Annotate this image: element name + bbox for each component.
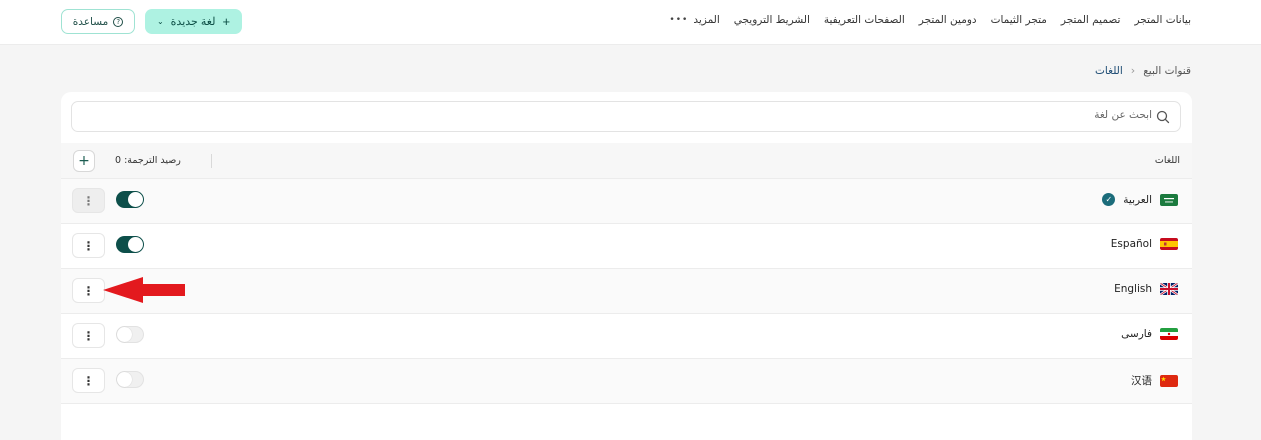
more-label: المزيد (693, 14, 720, 26)
add-credit-button[interactable]: + (73, 150, 95, 172)
language-cell: English (1114, 283, 1178, 295)
sa-flag-icon (1160, 193, 1178, 206)
cn-flag-icon (1160, 374, 1178, 387)
language-cell: فارسی (1121, 328, 1178, 340)
language-cell: العربية ✓ (1102, 193, 1178, 206)
nav-store-domain[interactable]: دومين المتجر (919, 14, 977, 26)
kebab-icon: ⋮ (82, 283, 95, 298)
language-name: Español (1110, 238, 1152, 250)
table-row: العربية ✓ ⋮ (61, 179, 1192, 224)
language-name: فارسی (1121, 328, 1152, 340)
nav-store-design[interactable]: تصميم المتجر (1061, 14, 1121, 26)
plus-icon: + (222, 14, 231, 29)
table-row: Español ⋮ (61, 224, 1192, 269)
languages-card: اللغات رصيد الترجمة: 0 + العربية ✓ ⋮ (61, 92, 1192, 440)
language-cell: Español (1111, 238, 1178, 250)
row-menu-button[interactable]: ⋮ (72, 278, 105, 303)
nav-landing-pages[interactable]: الصفحات التعريفية (824, 14, 905, 26)
header-divider (211, 154, 212, 168)
language-cell: 汉语 (1131, 373, 1178, 388)
search-input[interactable] (152, 109, 1152, 121)
table-row: English ⋮ (61, 269, 1192, 314)
search-icon (1156, 110, 1170, 124)
breadcrumb-current: اللغات (1095, 64, 1123, 77)
row-menu-button[interactable]: ⋮ (72, 323, 105, 348)
breadcrumb: قنوات البيع › اللغات (1095, 64, 1191, 77)
translation-credit: رصيد الترجمة: 0 (115, 155, 181, 166)
red-arrow-icon (103, 277, 185, 303)
new-language-label: لغة جديدة (170, 16, 216, 28)
table-row: فارسی ⋮ (61, 314, 1192, 359)
row-menu-button[interactable]: ⋮ (72, 188, 105, 213)
kebab-icon: ⋮ (82, 238, 95, 253)
languages-column-header: اللغات (1154, 155, 1180, 166)
nav-more[interactable]: المزيد ••• (669, 14, 719, 26)
gb-flag-icon (1160, 283, 1178, 295)
help-icon: ? (113, 16, 124, 27)
plus-icon: + (78, 153, 90, 169)
language-name: English (1114, 283, 1152, 295)
new-language-button[interactable]: ⌄ لغة جديدة + (145, 9, 242, 34)
es-flag-icon (1160, 238, 1178, 250)
help-label: مساعدة (72, 15, 109, 28)
search-box (71, 101, 1181, 132)
table-row: 汉语 ⋮ (61, 359, 1192, 404)
ir-flag-icon (1160, 328, 1178, 340)
chevron-down-icon: ⌄ (156, 17, 164, 26)
more-dots-icon: ••• (669, 15, 689, 25)
breadcrumb-parent[interactable]: قنوات البيع (1143, 65, 1191, 77)
kebab-icon: ⋮ (82, 328, 95, 343)
nav-store-data[interactable]: بيانات المتجر (1134, 14, 1191, 26)
kebab-icon: ⋮ (82, 373, 95, 388)
language-toggle[interactable] (116, 236, 144, 253)
language-name: 汉语 (1131, 375, 1152, 387)
help-button[interactable]: مساعدة ? (61, 9, 135, 34)
nav-theme-store[interactable]: متجر الثيمات (991, 14, 1047, 26)
language-toggle[interactable] (116, 326, 144, 343)
row-menu-button[interactable]: ⋮ (72, 368, 105, 393)
chevron-left-icon: › (1130, 64, 1136, 77)
kebab-icon: ⋮ (82, 193, 95, 208)
table-header: اللغات رصيد الترجمة: 0 + (61, 143, 1192, 179)
language-toggle[interactable] (116, 191, 144, 208)
check-circle-icon: ✓ (1102, 193, 1116, 206)
row-menu-button[interactable]: ⋮ (72, 233, 105, 258)
language-toggle[interactable] (116, 371, 144, 388)
top-nav: بيانات المتجر تصميم المتجر متجر الثيمات … (669, 14, 1191, 26)
language-name: العربية (1123, 193, 1152, 206)
top-bar: بيانات المتجر تصميم المتجر متجر الثيمات … (0, 0, 1261, 45)
nav-promo-bar[interactable]: الشريط الترويجي (734, 14, 810, 26)
